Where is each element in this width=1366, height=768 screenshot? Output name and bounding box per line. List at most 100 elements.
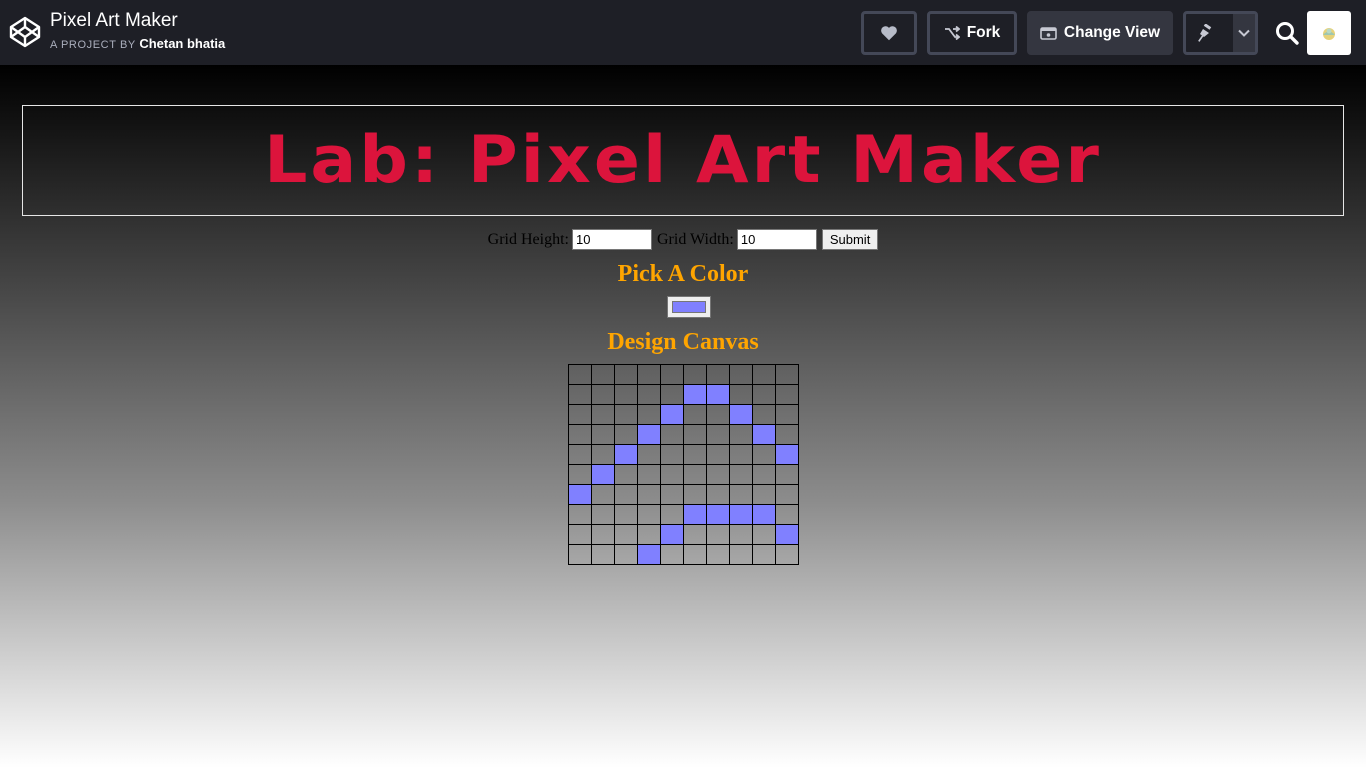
grid-cell[interactable] [637,544,661,565]
grid-cell[interactable] [729,404,753,425]
grid-cell[interactable] [614,424,638,445]
grid-cell[interactable] [683,544,707,565]
grid-cell[interactable] [683,364,707,385]
grid-cell[interactable] [637,404,661,425]
change-view-button[interactable]: Change View [1027,11,1173,55]
grid-cell[interactable] [683,484,707,505]
grid-cell[interactable] [706,444,730,465]
grid-cell[interactable] [614,384,638,405]
grid-cell[interactable] [683,444,707,465]
grid-cell[interactable] [637,484,661,505]
search-icon[interactable] [1274,20,1300,46]
grid-cell[interactable] [637,444,661,465]
author-link[interactable]: Chetan bhatia [139,36,225,51]
grid-cell[interactable] [775,424,799,445]
grid-cell[interactable] [637,524,661,545]
grid-cell[interactable] [706,384,730,405]
grid-cell[interactable] [706,484,730,505]
grid-cell[interactable] [752,504,776,525]
grid-cell[interactable] [683,424,707,445]
grid-cell[interactable] [568,544,592,565]
grid-cell[interactable] [591,424,615,445]
grid-cell[interactable] [729,444,753,465]
grid-cell[interactable] [637,424,661,445]
grid-cell[interactable] [660,364,684,385]
grid-cell[interactable] [729,524,753,545]
grid-cell[interactable] [660,504,684,525]
grid-cell[interactable] [683,404,707,425]
grid-cell[interactable] [591,364,615,385]
grid-cell[interactable] [752,444,776,465]
project-title[interactable]: Pixel Art Maker [50,9,225,33]
grid-cell[interactable] [706,364,730,385]
grid-cell[interactable] [568,524,592,545]
grid-cell[interactable] [637,504,661,525]
grid-cell[interactable] [614,544,638,565]
grid-cell[interactable] [637,464,661,485]
grid-cell[interactable] [775,544,799,565]
grid-cell[interactable] [729,484,753,505]
grid-cell[interactable] [775,464,799,485]
grid-cell[interactable] [660,404,684,425]
grid-cell[interactable] [660,544,684,565]
grid-cell[interactable] [706,544,730,565]
grid-cell[interactable] [568,464,592,485]
grid-cell[interactable] [614,524,638,545]
grid-cell[interactable] [591,464,615,485]
grid-cell[interactable] [775,404,799,425]
grid-cell[interactable] [729,544,753,565]
grid-cell[interactable] [729,424,753,445]
grid-cell[interactable] [683,524,707,545]
grid-cell[interactable] [752,524,776,545]
grid-cell[interactable] [752,404,776,425]
grid-cell[interactable] [568,404,592,425]
grid-cell[interactable] [614,444,638,465]
grid-cell[interactable] [752,484,776,505]
grid-height-input[interactable] [572,229,652,250]
grid-cell[interactable] [568,424,592,445]
grid-cell[interactable] [752,424,776,445]
grid-cell[interactable] [614,504,638,525]
grid-cell[interactable] [752,384,776,405]
grid-cell[interactable] [660,524,684,545]
submit-button[interactable]: Submit [821,229,879,250]
grid-cell[interactable] [660,464,684,485]
grid-cell[interactable] [729,384,753,405]
grid-cell[interactable] [775,484,799,505]
grid-cell[interactable] [706,424,730,445]
grid-cell[interactable] [775,384,799,405]
grid-cell[interactable] [706,404,730,425]
grid-cell[interactable] [614,364,638,385]
grid-cell[interactable] [775,524,799,545]
codepen-logo-icon[interactable] [9,16,41,48]
grid-cell[interactable] [683,384,707,405]
grid-cell[interactable] [729,504,753,525]
grid-cell[interactable] [775,364,799,385]
grid-cell[interactable] [568,384,592,405]
grid-cell[interactable] [637,364,661,385]
like-button[interactable] [861,11,917,55]
grid-cell[interactable] [568,484,592,505]
grid-cell[interactable] [591,484,615,505]
grid-cell[interactable] [637,384,661,405]
grid-cell[interactable] [729,464,753,485]
grid-cell[interactable] [752,544,776,565]
grid-cell[interactable] [591,404,615,425]
grid-cell[interactable] [660,484,684,505]
pin-menu-toggle[interactable] [1232,14,1255,52]
grid-cell[interactable] [591,544,615,565]
grid-width-input[interactable] [736,229,817,250]
grid-cell[interactable] [752,364,776,385]
grid-cell[interactable] [591,524,615,545]
grid-cell[interactable] [752,464,776,485]
user-avatar[interactable] [1307,11,1351,55]
grid-cell[interactable] [568,504,592,525]
grid-cell[interactable] [614,484,638,505]
grid-cell[interactable] [568,364,592,385]
grid-cell[interactable] [706,464,730,485]
grid-cell[interactable] [775,444,799,465]
grid-cell[interactable] [683,464,707,485]
grid-cell[interactable] [706,504,730,525]
grid-cell[interactable] [591,444,615,465]
fork-button[interactable]: Fork [927,11,1017,55]
